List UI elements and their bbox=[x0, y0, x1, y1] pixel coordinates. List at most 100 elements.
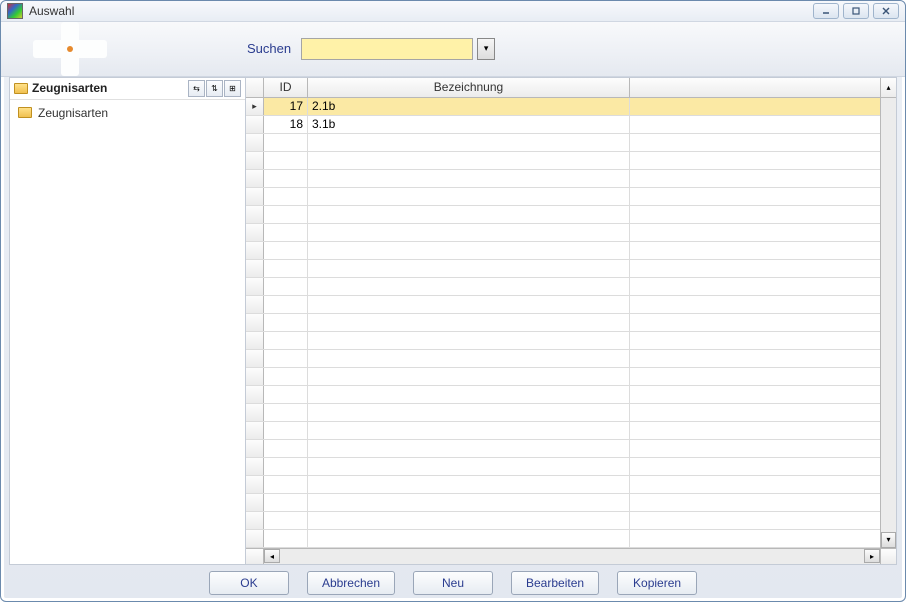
row-selector bbox=[246, 296, 264, 313]
close-icon bbox=[881, 6, 891, 16]
table-row[interactable]: ▸ 172.1b bbox=[246, 98, 896, 116]
table-row-empty bbox=[246, 170, 896, 188]
row-selector bbox=[246, 242, 264, 259]
row-selector bbox=[246, 530, 264, 547]
minimize-button[interactable] bbox=[813, 3, 839, 19]
maximize-button[interactable] bbox=[843, 3, 869, 19]
chevron-down-icon: ▾ bbox=[886, 535, 890, 544]
row-selector[interactable] bbox=[246, 116, 264, 133]
search-input[interactable] bbox=[301, 38, 473, 60]
row-selector bbox=[246, 368, 264, 385]
grid-bottom-corner bbox=[246, 549, 264, 564]
cell-empty bbox=[630, 116, 880, 133]
title-bar: Auswahl bbox=[1, 1, 905, 22]
row-selector bbox=[246, 440, 264, 457]
cell-bezeichnung: 3.1b bbox=[308, 116, 630, 133]
table-row-empty bbox=[246, 206, 896, 224]
table-row-empty bbox=[246, 350, 896, 368]
table-row-empty bbox=[246, 152, 896, 170]
window-title: Auswahl bbox=[29, 4, 813, 18]
table-row-empty bbox=[246, 260, 896, 278]
new-button[interactable]: Neu bbox=[413, 571, 493, 595]
table-row-empty bbox=[246, 530, 896, 548]
table-row-empty bbox=[246, 134, 896, 152]
row-selector bbox=[246, 152, 264, 169]
dialog-window: Auswahl Suchen ▾ bbox=[0, 0, 906, 602]
cancel-button[interactable]: Abbrechen bbox=[307, 571, 395, 595]
table-row-empty bbox=[246, 296, 896, 314]
row-selector bbox=[246, 350, 264, 367]
table-row-empty bbox=[246, 224, 896, 242]
nav-dot-icon bbox=[67, 46, 73, 52]
search-dropdown-button[interactable]: ▾ bbox=[477, 38, 495, 60]
tree-collapse-icon: ⇅ bbox=[211, 84, 218, 93]
app-icon bbox=[7, 3, 23, 19]
chevron-right-icon: ▸ bbox=[870, 552, 874, 561]
scroll-corner bbox=[880, 549, 896, 564]
cell-id: 18 bbox=[264, 116, 308, 133]
edit-button[interactable]: Bearbeiten bbox=[511, 571, 599, 595]
data-grid: ID Bezeichnung ▴ ▸ 172.1b183.1b ▾ ◂ ▸ bbox=[246, 78, 896, 564]
scroll-down-button[interactable]: ▾ bbox=[881, 532, 896, 548]
cell-bezeichnung: 2.1b bbox=[308, 98, 630, 115]
search-label: Suchen bbox=[247, 41, 291, 56]
folder-icon bbox=[18, 107, 32, 118]
close-button[interactable] bbox=[873, 3, 899, 19]
copy-button[interactable]: Kopieren bbox=[617, 571, 697, 595]
row-selector bbox=[246, 422, 264, 439]
tree-header: Zeugnisarten ⇆ ⇅ ⊞ bbox=[10, 78, 245, 100]
ok-button[interactable]: OK bbox=[209, 571, 289, 595]
tree-item-label: Zeugnisarten bbox=[38, 106, 108, 120]
cell-id: 17 bbox=[264, 98, 308, 115]
row-selector bbox=[246, 476, 264, 493]
scroll-left-button[interactable]: ◂ bbox=[264, 549, 280, 563]
row-selector bbox=[246, 386, 264, 403]
column-header-bezeichnung[interactable]: Bezeichnung bbox=[308, 78, 630, 97]
tree-expand-button[interactable]: ⇆ bbox=[188, 80, 205, 97]
row-marker-icon: ▸ bbox=[252, 101, 257, 112]
column-header-id[interactable]: ID bbox=[264, 78, 308, 97]
search-area: Suchen ▾ bbox=[247, 38, 495, 60]
tree-item[interactable]: Zeugnisarten bbox=[14, 104, 241, 122]
tree-list: Zeugnisarten bbox=[10, 100, 245, 126]
row-selector bbox=[246, 206, 264, 223]
row-selector bbox=[246, 224, 264, 241]
chevron-up-icon: ▴ bbox=[886, 83, 890, 92]
row-selector bbox=[246, 134, 264, 151]
table-row-empty bbox=[246, 386, 896, 404]
nav-cross-widget[interactable] bbox=[33, 22, 107, 76]
chevron-down-icon: ▾ bbox=[484, 43, 489, 54]
table-row-empty bbox=[246, 242, 896, 260]
grid-header: ID Bezeichnung ▴ bbox=[246, 78, 896, 98]
toolbar: Suchen ▾ bbox=[1, 22, 905, 77]
row-selector[interactable]: ▸ bbox=[246, 98, 264, 115]
row-selector bbox=[246, 278, 264, 295]
folder-icon bbox=[14, 83, 28, 94]
row-selector bbox=[246, 404, 264, 421]
row-selector bbox=[246, 188, 264, 205]
table-row-empty bbox=[246, 476, 896, 494]
scroll-up-button[interactable]: ▴ bbox=[880, 78, 896, 97]
table-row-empty bbox=[246, 440, 896, 458]
row-selector bbox=[246, 332, 264, 349]
table-row-empty bbox=[246, 512, 896, 530]
scroll-right-button[interactable]: ▸ bbox=[864, 549, 880, 563]
minimize-icon bbox=[821, 6, 831, 16]
maximize-icon bbox=[851, 6, 861, 16]
tree-structure-button[interactable]: ⊞ bbox=[224, 80, 241, 97]
table-row-empty bbox=[246, 188, 896, 206]
table-row-empty bbox=[246, 368, 896, 386]
table-row-empty bbox=[246, 314, 896, 332]
body-area: Zeugnisarten ⇆ ⇅ ⊞ Zeugnisarten ID Bezei bbox=[9, 77, 897, 565]
row-selector bbox=[246, 314, 264, 331]
grid-corner bbox=[246, 78, 264, 97]
row-selector bbox=[246, 494, 264, 511]
table-row[interactable]: 183.1b bbox=[246, 116, 896, 134]
window-controls bbox=[813, 3, 899, 19]
table-row-empty bbox=[246, 422, 896, 440]
vertical-scrollbar[interactable]: ▾ bbox=[880, 98, 896, 548]
table-row-empty bbox=[246, 278, 896, 296]
horizontal-scrollbar[interactable]: ◂ ▸ bbox=[246, 548, 896, 564]
tree-collapse-button[interactable]: ⇅ bbox=[206, 80, 223, 97]
grid-body: ▸ 172.1b183.1b bbox=[246, 98, 896, 548]
